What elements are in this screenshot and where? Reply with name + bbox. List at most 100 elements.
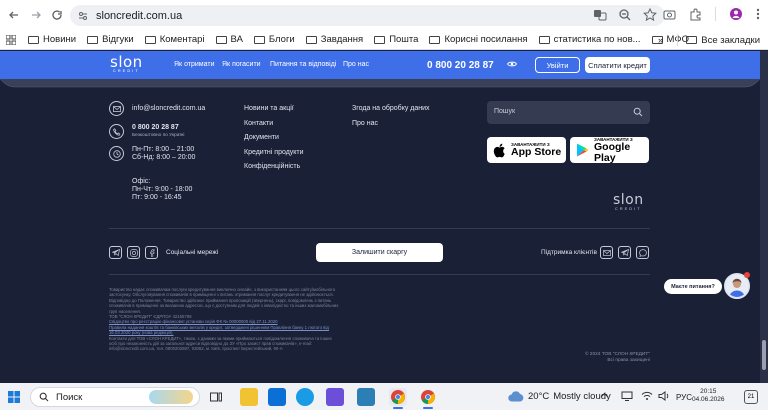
footer-phone[interactable]: 0 800 20 28 87 [132,124,179,131]
clock-date: 04.06.2026 [692,396,725,403]
footer-link-about[interactable]: Про нас [352,120,378,127]
weather-widget[interactable]: 20°C Mostly cloudy [508,391,611,402]
taskbar-search-input[interactable]: Поиск [30,387,200,407]
chat-notification-dot [744,272,750,278]
reload-icon[interactable] [48,6,66,24]
task-view-icon[interactable] [210,391,222,403]
office-friday: Пт: 9:00 - 16:45 [132,194,182,201]
header-logo[interactable]: slon CREDIT [110,53,143,74]
network-icon[interactable] [621,391,633,401]
input-language[interactable]: РУС [676,393,692,402]
url-text[interactable]: sloncredit.com.ua [96,10,182,22]
login-button[interactable]: Увійти [535,57,580,73]
cloud-icon [508,391,524,402]
forward-icon[interactable] [27,6,45,24]
menu-icon[interactable] [756,8,760,20]
active-window-indicator [393,407,403,409]
all-bookmarks-button[interactable]: Все закладки [701,35,760,46]
app-icon[interactable] [357,388,375,406]
apps-grid-icon[interactable] [6,34,16,45]
profile-avatar[interactable] [729,7,743,21]
app-icon[interactable] [326,388,344,406]
clock-icon [109,146,124,161]
bookmark-folder[interactable]: Блоги [253,34,295,45]
folder-icon [144,35,156,44]
search-highlight-image [149,390,193,404]
pay-credit-button[interactable]: Сплатити кредит [585,57,650,73]
google-play-big-text: Google Play [594,140,631,164]
translate-icon[interactable] [593,8,607,22]
footer-search-input[interactable]: Пошук [487,101,650,124]
site-info-icon[interactable] [78,11,88,21]
wifi-icon[interactable] [641,391,653,401]
camera-icon[interactable] [663,8,676,20]
bookmark-folder[interactable]: статистика по нов... [538,34,641,45]
extensions-icon[interactable] [689,8,702,21]
store-app-icon[interactable] [268,388,286,406]
footer-link-contacts[interactable]: Контакти [244,120,273,127]
notifications-button[interactable]: 21 [744,390,758,404]
logo-subtext: CREDIT [112,68,140,73]
bookmark-folder[interactable]: Пошта [374,34,418,45]
support-telegram-icon[interactable] [618,246,631,259]
chrome-icon[interactable] [389,388,407,406]
support-viber-icon[interactable] [636,246,649,259]
more-bookmarks-button[interactable]: » [658,35,663,46]
page-scrollbar[interactable] [760,51,768,383]
folder-icon [215,35,227,44]
back-icon[interactable] [5,6,23,24]
bookmark-star-icon[interactable] [643,8,657,22]
windows-start-icon[interactable] [8,391,20,403]
leave-complaint-button[interactable]: Залишити скаргу [316,243,443,262]
volume-icon[interactable] [658,391,670,401]
eye-icon[interactable] [507,60,517,68]
chevron-up-icon[interactable] [600,392,609,398]
chrome-icon[interactable] [419,388,437,406]
nav-faq[interactable]: Питання та відповіді [270,61,336,68]
bookmark-label: Новини [43,34,77,45]
bookmark-folder[interactable]: Відгуки [87,34,134,45]
google-play-button[interactable]: ЗАВАНТАЖИТИ З Google Play [570,137,649,163]
nav-how-to-repay[interactable]: Як погасити [222,61,261,68]
zoom-icon[interactable] [618,8,632,22]
app-icon[interactable] [296,388,314,406]
folder-icon [253,35,265,44]
logo-text: slon [110,53,143,71]
bookmark-folder[interactable]: ВА [215,34,243,45]
bookmark-folder[interactable]: Новини [28,34,76,45]
footer-link-privacy[interactable]: Конфіденційність [244,163,300,170]
scrollbar-thumb[interactable] [762,340,766,370]
search-icon [39,392,49,402]
instagram-icon[interactable] [127,246,140,259]
footer-link-documents[interactable]: Документи [244,134,279,141]
search-icon[interactable] [633,107,643,117]
hours-weekend: Сб-Нд: 8:00 – 20:00 [132,154,196,161]
bookmark-label: Коментарі [159,34,205,45]
copyright-line: Всі права захищені [607,358,650,363]
bookmark-label: статистика по нов... [553,34,641,45]
folder-icon [87,35,99,44]
chat-prompt[interactable]: Маєте питання? [664,279,722,294]
facebook-icon[interactable] [145,246,158,259]
clock[interactable]: 20:15 04.06.2026 [692,388,725,404]
footer-link-consent[interactable]: Згода на обробку даних [352,105,430,112]
telegram-icon[interactable] [109,246,122,259]
office-title: Офіс: [132,178,151,185]
active-window-indicator [423,407,433,409]
footer-logo[interactable]: slon CREDIT [613,193,644,211]
address-bar[interactable]: sloncredit.com.ua [70,5,665,26]
footer-link-news[interactable]: Новини та акції [244,105,294,112]
app-store-button[interactable]: ЗАВАНТАЖИТИ З App Store [487,137,566,163]
bookmark-folder[interactable]: Корисні посилання [429,34,528,45]
nav-about[interactable]: Про нас [343,61,369,68]
footer-email[interactable]: info@sloncredit.com.ua [132,105,205,112]
bookmark-folder[interactable]: Завдання [305,34,363,45]
site-header: slon CREDIT Як отримати Як погасити Пита… [0,51,768,79]
file-explorer-icon[interactable] [240,388,258,406]
copyright: © 2024 ТОВ "СЛОН КРЕДИТ" Всі права захищ… [585,352,650,364]
support-email-icon[interactable] [600,246,613,259]
footer-link-credit-products[interactable]: Кредитні продукти [244,149,304,156]
bookmark-folder[interactable]: Коментарі [144,34,205,45]
header-phone[interactable]: 0 800 20 28 87 [427,60,494,71]
nav-how-to-get[interactable]: Як отримати [174,61,214,68]
